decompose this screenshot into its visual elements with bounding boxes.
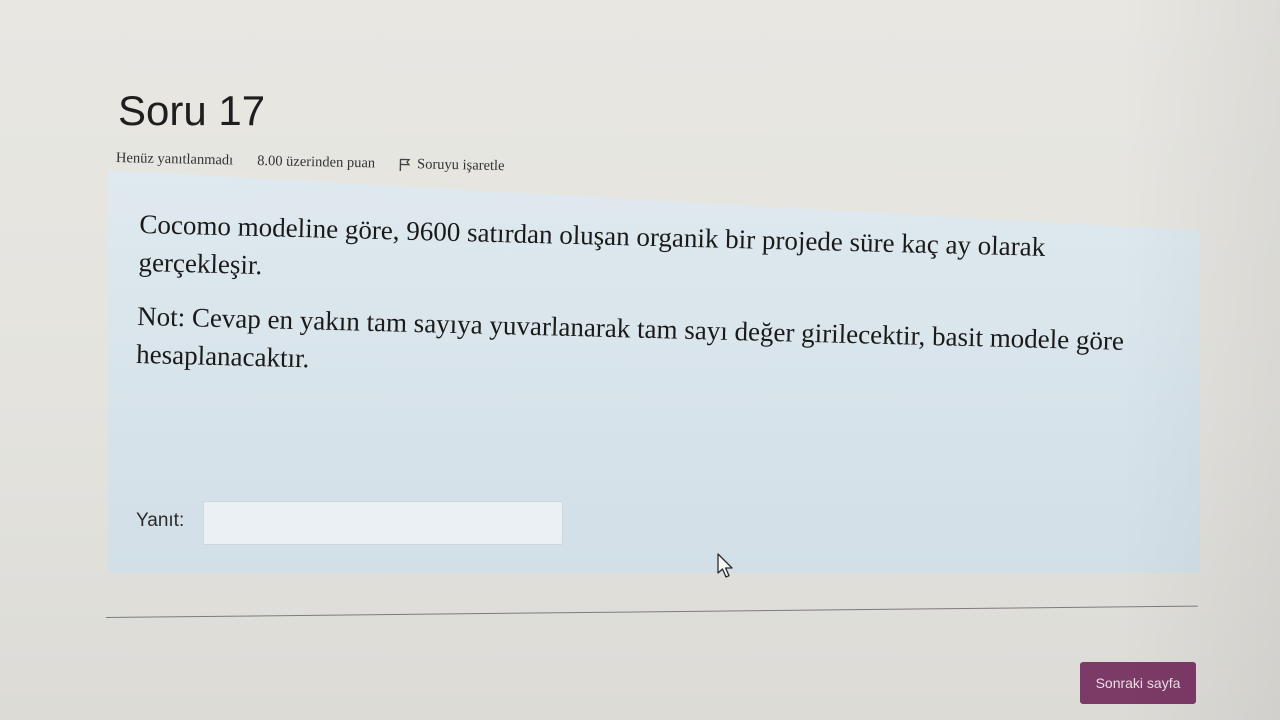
answer-label: Yanıt: bbox=[136, 510, 185, 531]
mouse-cursor-icon bbox=[717, 553, 733, 578]
question-grade: 8.00 üzerinden puan bbox=[256, 152, 376, 172]
question-status: Henüz yanıtlanmadı bbox=[115, 150, 234, 169]
next-page-button[interactable]: Sonraki sayfa bbox=[1080, 662, 1196, 704]
flag-question-link[interactable]: Soruyu işaretle bbox=[399, 156, 505, 175]
flag-question-label: Soruyu işaretle bbox=[416, 156, 505, 175]
flag-icon bbox=[399, 158, 411, 171]
divider bbox=[105, 605, 1198, 618]
question-text-block: Cocomo modeline göre, 9600 satırdan oluş… bbox=[135, 205, 1159, 415]
question-note: Not: Cevap en yakın tam sayıya yuvarlana… bbox=[135, 300, 1125, 374]
quiz-page: Soru 17 Henüz yanıtlanmadı 8.00 üzerinde… bbox=[0, 0, 1280, 720]
question-info: Henüz yanıtlanmadı 8.00 üzerinden puan S… bbox=[116, 150, 505, 175]
answer-input[interactable] bbox=[203, 501, 563, 545]
question-title: Soru 17 bbox=[118, 87, 266, 134]
